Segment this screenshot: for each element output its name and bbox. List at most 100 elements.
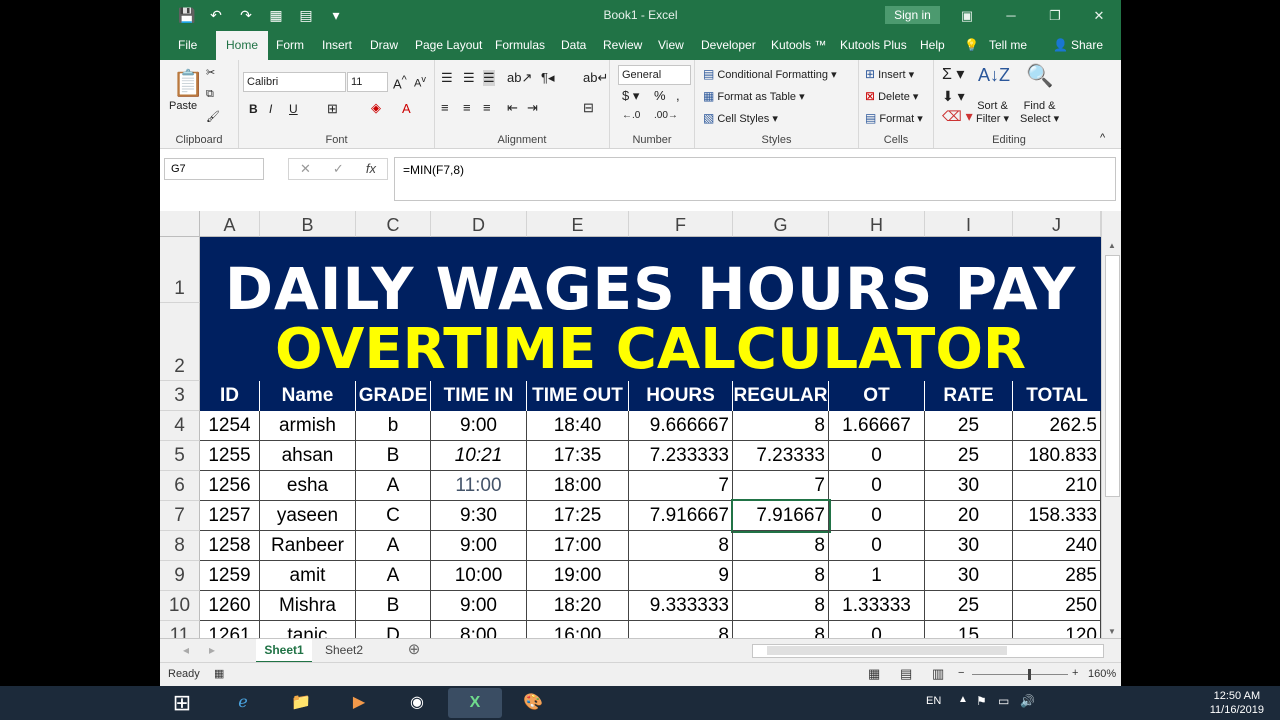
copy-icon[interactable]: ⧉	[206, 88, 214, 101]
cell-name[interactable]: Ranbeer	[260, 531, 356, 561]
decrease-font-icon[interactable]: Av	[414, 74, 426, 90]
cell-name[interactable]: tanic	[260, 621, 356, 638]
cell-total[interactable]: 210	[1013, 471, 1101, 501]
new-sheet-icon[interactable]: ⊕	[404, 639, 424, 661]
cell-time-in[interactable]: 9:00	[431, 591, 527, 621]
tab-home[interactable]: Home	[216, 31, 269, 60]
row-header[interactable]: 8	[160, 531, 200, 561]
insert-cells-button[interactable]: ⊞ Insert ▾	[865, 67, 914, 81]
header-cell-name[interactable]: Name	[260, 381, 356, 411]
percent-icon[interactable]: %	[654, 88, 666, 103]
cell-name[interactable]: amit	[260, 561, 356, 591]
network-icon[interactable]: ▭	[998, 694, 1009, 708]
cell-total[interactable]: 262.5	[1013, 411, 1101, 441]
cell-ot[interactable]: 0	[829, 501, 925, 531]
cell-hours[interactable]: 9.666667	[629, 411, 733, 441]
header-cell-time-in[interactable]: TIME IN	[431, 381, 527, 411]
cell-grade[interactable]: D	[356, 621, 431, 638]
cell-total[interactable]: 120	[1013, 621, 1101, 638]
column-header-c[interactable]: C	[356, 211, 431, 237]
zoom-level[interactable]: 160%	[1088, 668, 1116, 680]
format-as-table-button[interactable]: ▦ Format as Table ▾	[703, 89, 805, 103]
cell-time-out[interactable]: 18:40	[527, 411, 629, 441]
comma-icon[interactable]: ,	[676, 88, 680, 103]
start-button[interactable]: ⊞	[160, 688, 204, 718]
cell-hours[interactable]: 7.233333	[629, 441, 733, 471]
cell-name[interactable]: yaseen	[260, 501, 356, 531]
zoom-slider[interactable]	[972, 674, 1068, 675]
cell-time-in[interactable]: 9:00	[431, 531, 527, 561]
sheet-tab-sheet1[interactable]: Sheet1	[256, 639, 312, 663]
decrease-indent-icon[interactable]: ⇤	[507, 100, 518, 116]
horizontal-scrollbar[interactable]	[752, 644, 1104, 658]
normal-view-icon[interactable]: ▦	[868, 666, 880, 682]
cell-hours[interactable]: 8	[629, 621, 733, 638]
delete-cells-button[interactable]: ⊠ Delete ▾	[865, 89, 918, 103]
scroll-down-arrow[interactable]: ▼	[1102, 627, 1121, 636]
font-size-select[interactable]: 11	[347, 72, 388, 92]
cell-id[interactable]: 1261	[200, 621, 260, 638]
cell-grade[interactable]: b	[356, 411, 431, 441]
increase-font-icon[interactable]: A^	[393, 74, 407, 91]
media-player-icon[interactable]: ▶	[332, 688, 386, 718]
find-select-icon[interactable]: 🔍	[1026, 63, 1053, 89]
wrap-text-icon[interactable]: ab↵	[583, 70, 608, 86]
cell-total[interactable]: 240	[1013, 531, 1101, 561]
sort-filter-button[interactable]: Sort & Filter ▾	[976, 100, 1009, 125]
share-button[interactable]: Share	[1071, 31, 1103, 60]
cell-hours[interactable]: 7.916667	[629, 501, 733, 531]
cell-rate[interactable]: 30	[925, 561, 1013, 591]
file-explorer-icon[interactable]: 📁	[274, 688, 328, 718]
cell-rate[interactable]: 25	[925, 411, 1013, 441]
collapse-ribbon-icon[interactable]: ^	[1100, 132, 1105, 144]
cell-time-in[interactable]: 9:00	[431, 411, 527, 441]
tab-draw[interactable]: Draw	[370, 31, 398, 60]
paste-icon[interactable]: 📋	[172, 68, 204, 99]
header-cell-regular[interactable]: REGULAR	[733, 381, 829, 411]
cell-regular[interactable]: 7	[733, 471, 829, 501]
page-break-view-icon[interactable]: ▥	[932, 666, 944, 682]
italic-button[interactable]: I	[269, 102, 272, 116]
chrome-icon[interactable]: ◉	[390, 688, 444, 718]
tab-formulas[interactable]: Formulas	[495, 31, 545, 60]
cell-ot[interactable]: 1.66667	[829, 411, 925, 441]
select-all-corner[interactable]	[160, 211, 200, 237]
internet-explorer-icon[interactable]: ℯ	[216, 688, 270, 718]
cell-id[interactable]: 1260	[200, 591, 260, 621]
top-align-icon[interactable]: ☰	[441, 70, 453, 86]
cell-regular[interactable]: 8	[733, 561, 829, 591]
column-header-e[interactable]: E	[527, 211, 629, 237]
share-icon[interactable]: 👤	[1053, 31, 1068, 60]
header-cell-id[interactable]: ID	[200, 381, 260, 411]
header-cell-grade[interactable]: GRADE	[356, 381, 431, 411]
row-header[interactable]: 11	[160, 621, 200, 638]
format-painter-icon[interactable]: 🖌	[206, 110, 220, 123]
cell-id[interactable]: 1255	[200, 441, 260, 471]
tab-kutools-plus[interactable]: Kutools Plus	[840, 31, 907, 60]
align-left-icon[interactable]: ≡	[441, 100, 449, 115]
cell-rate[interactable]: 15	[925, 621, 1013, 638]
tab-file[interactable]: File	[178, 31, 197, 60]
cell-styles-button[interactable]: ▧ Cell Styles ▾	[703, 111, 778, 125]
cell-name[interactable]: esha	[260, 471, 356, 501]
paste-button[interactable]: Paste	[169, 100, 197, 112]
align-center-icon[interactable]: ≡	[463, 100, 471, 115]
cell-id[interactable]: 1257	[200, 501, 260, 531]
next-sheet-icon[interactable]: ▸	[204, 639, 220, 661]
sheet-tab-sheet2[interactable]: Sheet2	[318, 639, 370, 661]
tab-page-layout[interactable]: Page Layout	[415, 31, 482, 60]
align-right-icon[interactable]: ≡	[483, 100, 491, 115]
tab-data[interactable]: Data	[561, 31, 586, 60]
header-cell-total[interactable]: TOTAL	[1013, 381, 1101, 411]
cell-rate[interactable]: 20	[925, 501, 1013, 531]
cell-total[interactable]: 180.833	[1013, 441, 1101, 471]
cell-rate[interactable]: 25	[925, 591, 1013, 621]
row-header[interactable]: 2	[160, 303, 200, 381]
page-layout-view-icon[interactable]: ▤	[900, 666, 912, 682]
zoom-out-icon[interactable]: −	[958, 667, 964, 679]
row-header[interactable]: 9	[160, 561, 200, 591]
cell-regular[interactable]: 7.23333	[733, 441, 829, 471]
clear-icon[interactable]: ⌫ ▾	[942, 108, 973, 125]
cell-time-in[interactable]: 11:00	[431, 471, 527, 501]
column-header-j[interactable]: J	[1013, 211, 1101, 237]
